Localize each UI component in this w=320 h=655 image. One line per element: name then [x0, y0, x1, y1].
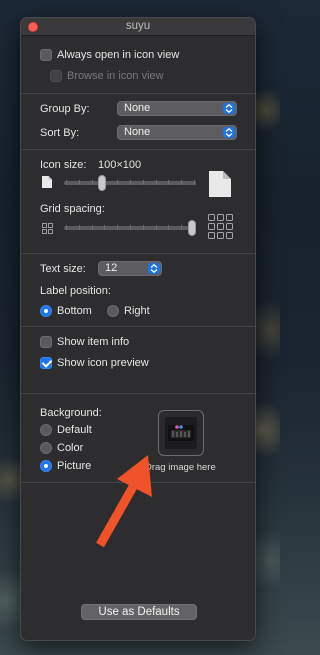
slider-tick	[155, 180, 157, 185]
slider-tick	[168, 180, 170, 185]
text-size-label: Text size:	[40, 263, 86, 275]
background-default-label: Default	[57, 424, 92, 436]
always-open-icon-view-checkbox[interactable]	[40, 49, 52, 61]
always-open-icon-view-label: Always open in icon view	[57, 49, 180, 61]
label-position-bottom-radio[interactable]	[40, 305, 52, 317]
red-arrow-annotation	[96, 455, 152, 548]
background-color-radio[interactable]	[40, 442, 52, 454]
slider-tick	[117, 225, 119, 230]
chevron-updown-icon	[223, 103, 235, 114]
background-color-label: Color	[57, 442, 84, 454]
group-by-popup[interactable]: None	[117, 101, 237, 116]
small-document-icon	[42, 176, 52, 188]
slider-tick	[130, 180, 131, 185]
slider-tick	[104, 225, 106, 230]
divider	[21, 253, 255, 254]
show-item-info-label: Show item info	[57, 336, 130, 348]
icon-size-label: Icon size:	[40, 159, 87, 171]
chevron-updown-icon	[148, 263, 160, 274]
grid-spacing-label: Grid spacing:	[40, 203, 105, 215]
show-item-info-checkbox[interactable]	[40, 336, 52, 348]
slider-tick	[130, 225, 131, 230]
slider-tick	[155, 225, 157, 230]
slider-tick	[78, 225, 80, 230]
divider	[21, 393, 255, 394]
slider-tick	[78, 180, 80, 185]
slider-tick	[66, 180, 67, 185]
slider-tick	[91, 225, 93, 230]
browse-icon-view-label: Browse in icon view	[67, 70, 164, 82]
background-picture-label: Picture	[57, 460, 92, 472]
divider	[21, 93, 255, 94]
slider-tick	[181, 180, 183, 185]
text-size-popup[interactable]: 12	[98, 261, 162, 276]
icon-size-value: 100×100	[98, 159, 142, 171]
label-position-bottom-label: Bottom	[57, 305, 92, 317]
sort-by-value: None	[124, 126, 151, 138]
label-position-right-radio[interactable]	[107, 305, 119, 317]
browse-icon-view-checkbox[interactable]	[50, 70, 62, 82]
sort-by-label: Sort By:	[40, 127, 80, 139]
divider	[21, 326, 255, 327]
slider-tick	[168, 225, 170, 230]
use-as-defaults-button[interactable]: Use as Defaults	[81, 604, 197, 620]
slider-tick	[194, 180, 195, 185]
image-drop-well[interactable]	[158, 410, 204, 456]
slider-tick	[91, 180, 93, 185]
show-icon-preview-checkbox[interactable]	[40, 357, 52, 369]
show-icon-preview-label: Show icon preview	[57, 357, 149, 369]
divider	[21, 149, 255, 150]
group-by-value: None	[124, 102, 151, 114]
text-size-value: 12	[105, 262, 118, 274]
background-default-radio[interactable]	[40, 424, 52, 436]
picture-thumbnail	[165, 417, 197, 449]
label-position-right-label: Right	[124, 305, 150, 317]
grid-spacing-slider-knob[interactable]	[188, 220, 196, 236]
slider-tick	[181, 225, 183, 230]
slider-tick	[117, 180, 119, 185]
slider-tick	[142, 225, 144, 230]
background-label: Background:	[40, 407, 102, 419]
sort-by-popup[interactable]: None	[117, 125, 237, 140]
background-picture-radio[interactable]	[40, 460, 52, 472]
wide-grid-icon	[208, 214, 233, 239]
slider-tick	[142, 180, 144, 185]
label-position-label: Label position:	[40, 285, 111, 297]
icon-size-slider-knob[interactable]	[98, 175, 107, 191]
tight-grid-icon	[42, 223, 53, 234]
large-document-icon	[209, 171, 231, 197]
group-by-label: Group By:	[40, 103, 90, 115]
title-bar[interactable]: suyu	[21, 18, 255, 36]
window-title: suyu	[125, 20, 151, 32]
slider-tick	[66, 225, 67, 230]
chevron-updown-icon	[223, 127, 235, 138]
